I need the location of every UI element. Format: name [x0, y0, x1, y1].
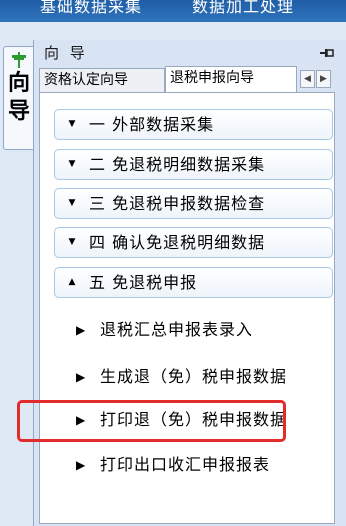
chevron-down-icon: ▼ [68, 198, 76, 208]
section-external-data[interactable]: ▼ 一 外部数据采集 [54, 109, 333, 140]
item-label: 打印出口收汇申报报表 [100, 455, 271, 474]
item-label: 生成退（免）税申报数据 [100, 367, 288, 386]
highlight-box [17, 400, 286, 442]
tab-scroll-right-button[interactable]: ▶ [316, 70, 331, 88]
section-label: 一 外部数据采集 [89, 115, 215, 134]
section-label: 三 免退税申报数据检查 [89, 194, 266, 213]
side-tab-wizard[interactable]: 向 导 [3, 46, 33, 150]
chevron-down-icon: ▼ [68, 119, 76, 129]
section-data-check[interactable]: ▼ 三 免退税申报数据检查 [54, 188, 333, 219]
play-icon: ▶ [76, 370, 86, 384]
pin-icon [12, 52, 26, 68]
chevron-down-icon: ▼ [68, 159, 76, 169]
side-tab-char-1: 向 [8, 71, 31, 96]
wizard-content: ▼ 一 外部数据采集 ▼ 二 免退税明细数据采集 ▼ 三 免退税申报数据检查 ▼… [39, 92, 335, 524]
play-icon: ▶ [76, 323, 86, 337]
chevron-up-icon: ▲ [68, 277, 76, 287]
top-menu-bar: 基础数据采集 数据加工处理 [0, 0, 346, 22]
tab-refund-wizard[interactable]: 退税申报向导 [165, 66, 297, 92]
pin-toggle-icon[interactable] [320, 48, 334, 58]
section-confirm-data[interactable]: ▼ 四 确认免退税明细数据 [54, 227, 333, 258]
menu-basic-data-collection[interactable]: 基础数据采集 [40, 0, 142, 17]
panel-title: 向 导 [44, 44, 88, 62]
tab-scroll-left-button[interactable]: ◀ [300, 70, 315, 88]
wizard-panel: 向 导 资格认定向导 退税申报向导 ◀ ▶ ▼ 一 外部数据采集 ▼ 二 免退税… [33, 40, 346, 526]
section-detail-data[interactable]: ▼ 二 免退税明细数据采集 [54, 149, 333, 180]
section-label: 四 确认免退税明细数据 [89, 233, 266, 252]
section-tax-declaration[interactable]: ▲ 五 免退税申报 [54, 267, 333, 298]
menu-data-processing[interactable]: 数据加工处理 [192, 0, 294, 17]
section-label: 五 免退税申报 [89, 273, 198, 292]
side-tab-char-2: 导 [8, 99, 31, 124]
section-label: 二 免退税明细数据采集 [89, 155, 266, 174]
tab-qualification-wizard[interactable]: 资格认定向导 [39, 68, 165, 92]
chevron-down-icon: ▼ [68, 237, 76, 247]
play-icon: ▶ [76, 458, 86, 472]
item-label: 退税汇总申报表录入 [100, 320, 254, 339]
